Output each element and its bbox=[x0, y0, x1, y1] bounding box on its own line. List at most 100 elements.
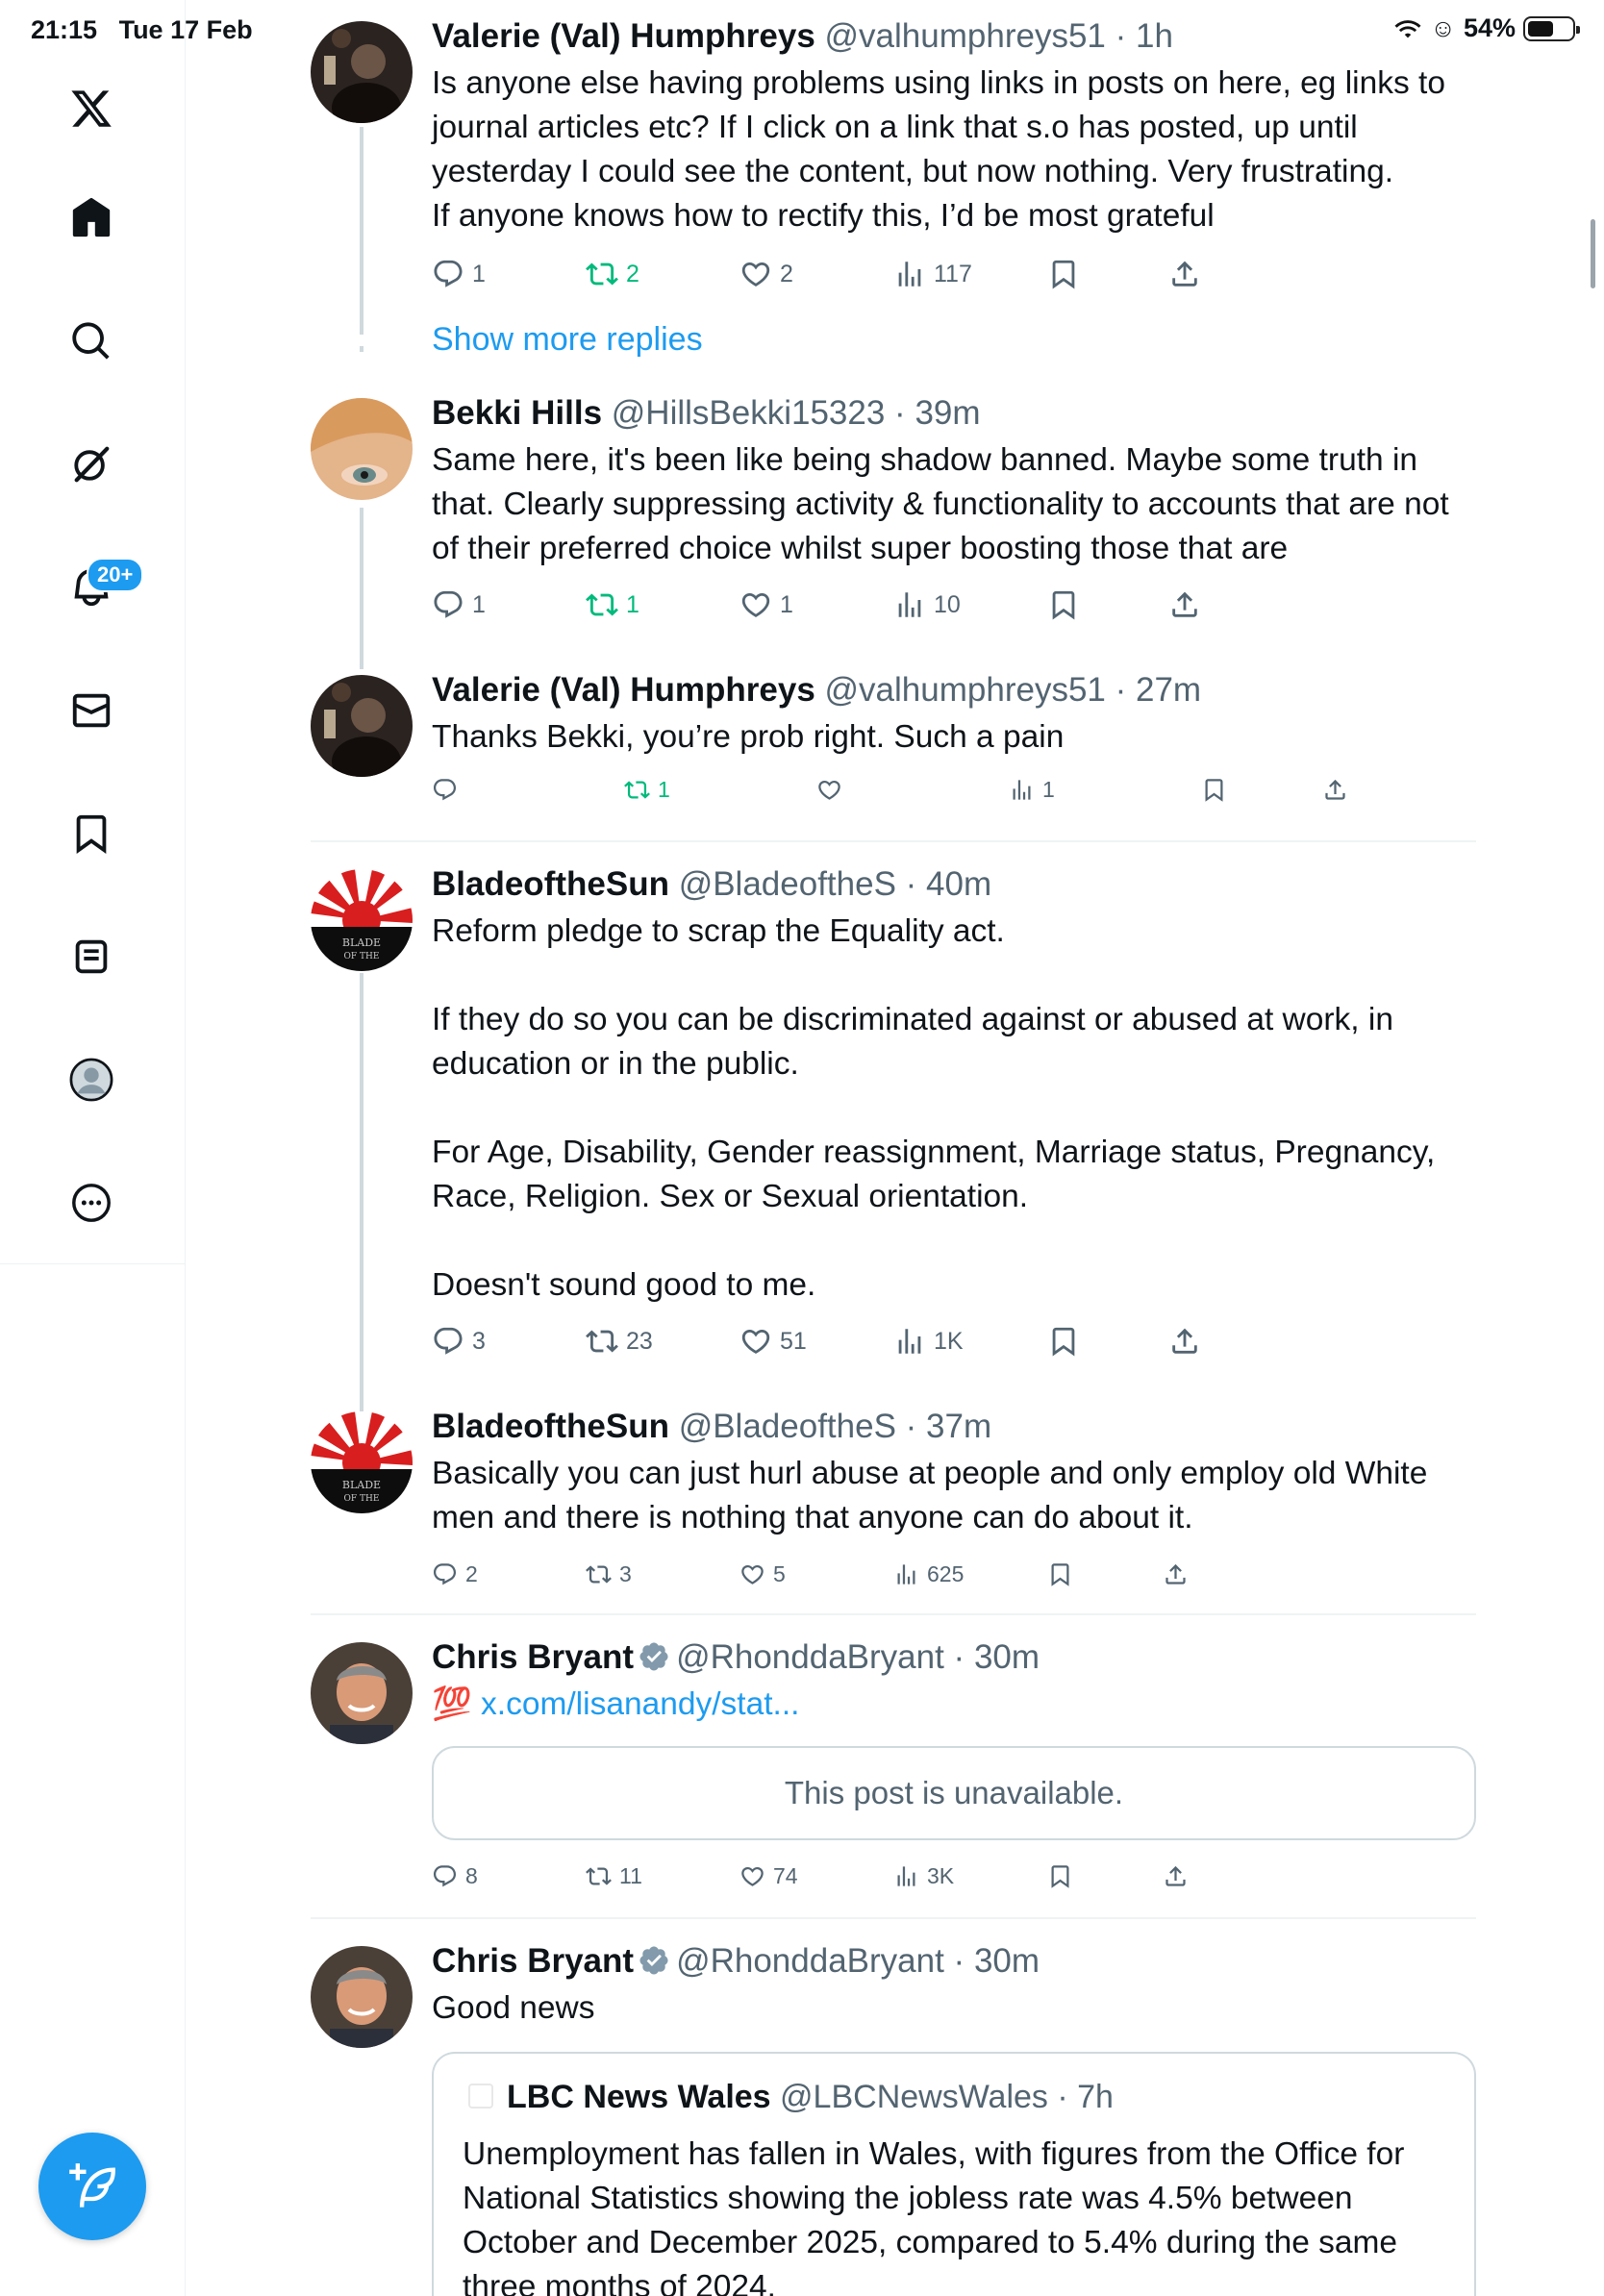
thread-line-dots bbox=[360, 346, 363, 352]
avatar[interactable]: BLADE OF THE bbox=[311, 869, 413, 971]
like-button[interactable] bbox=[816, 777, 850, 803]
bookmark-button[interactable] bbox=[1047, 258, 1080, 290]
repost-icon bbox=[586, 258, 618, 290]
reply-button[interactable]: 8 bbox=[432, 1863, 478, 1889]
like-button[interactable]: 74 bbox=[739, 1863, 798, 1889]
bookmark-button[interactable] bbox=[1047, 1325, 1080, 1358]
reply-button[interactable] bbox=[432, 777, 465, 803]
profile-avatar-icon[interactable] bbox=[63, 1052, 119, 1108]
share-button[interactable] bbox=[1163, 1863, 1189, 1889]
repost-icon bbox=[624, 777, 650, 803]
author-handle[interactable]: @RhonddaBryant bbox=[676, 1638, 944, 1676]
post-time[interactable]: 30m bbox=[974, 1638, 1040, 1676]
views-icon bbox=[893, 1561, 919, 1587]
more-icon[interactable] bbox=[63, 1175, 119, 1231]
post[interactable]: Valerie (Val) Humphreys @valhumphreys51 … bbox=[311, 671, 1604, 819]
lists-icon[interactable] bbox=[63, 929, 119, 985]
quoted-author-handle[interactable]: @LBCNewsWales bbox=[780, 2079, 1048, 2115]
views-button[interactable]: 117 bbox=[893, 258, 972, 290]
bookmark-button[interactable] bbox=[1047, 1863, 1073, 1889]
post-time[interactable]: 39m bbox=[915, 394, 980, 432]
views-icon bbox=[893, 1325, 926, 1358]
post[interactable]: Bekki Hills @HillsBekki15323 · 39m ··· S… bbox=[311, 394, 1604, 629]
reply-button[interactable]: 1 bbox=[432, 588, 486, 621]
author-name[interactable]: Valerie (Val) Humphreys bbox=[432, 671, 815, 709]
quoted-author-name[interactable]: LBC News Wales bbox=[507, 2079, 771, 2115]
compose-feather-icon bbox=[69, 2163, 115, 2208]
bookmark-button[interactable] bbox=[1201, 777, 1227, 803]
author-handle[interactable]: @BladeoftheS bbox=[679, 1408, 896, 1445]
avatar[interactable] bbox=[311, 1946, 413, 2048]
author-name[interactable]: BladeoftheSun bbox=[432, 1408, 669, 1445]
share-button[interactable] bbox=[1163, 1561, 1189, 1587]
like-button[interactable]: 2 bbox=[739, 258, 793, 290]
compose-button[interactable] bbox=[38, 2133, 146, 2240]
like-button[interactable]: 1 bbox=[739, 588, 793, 621]
author-name[interactable]: BladeoftheSun bbox=[432, 865, 669, 903]
repost-button[interactable]: 2 bbox=[586, 258, 639, 290]
like-button[interactable]: 51 bbox=[739, 1325, 807, 1358]
post-time[interactable]: 37m bbox=[926, 1408, 991, 1445]
share-button[interactable] bbox=[1168, 1325, 1201, 1358]
post[interactable]: Chris Bryant @RhonddaBryant · 30m Good ne… bbox=[311, 1942, 1604, 2296]
search-icon[interactable] bbox=[63, 313, 119, 369]
views-button[interactable]: 1K bbox=[893, 1325, 964, 1358]
bookmark-icon bbox=[1047, 1561, 1073, 1587]
author-handle[interactable]: @valhumphreys51 bbox=[825, 17, 1106, 55]
author-name[interactable]: Valerie (Val) Humphreys bbox=[432, 17, 815, 55]
post[interactable]: Chris Bryant @RhonddaBryant · 30m 💯 x.com… bbox=[311, 1638, 1604, 1892]
post-time[interactable]: 1h bbox=[1136, 17, 1173, 55]
reply-button[interactable]: 1 bbox=[432, 258, 486, 290]
x-logo-icon[interactable] bbox=[63, 81, 119, 137]
bookmarks-icon[interactable] bbox=[63, 806, 119, 861]
author-handle[interactable]: @BladeoftheS bbox=[679, 865, 896, 903]
author-handle[interactable]: @RhonddaBryant bbox=[676, 1942, 944, 1980]
reply-button[interactable]: 3 bbox=[432, 1325, 486, 1358]
author-name[interactable]: Bekki Hills bbox=[432, 394, 602, 432]
reply-button[interactable]: 2 bbox=[432, 1561, 478, 1587]
author-name[interactable]: Chris Bryant bbox=[432, 1942, 634, 1980]
bookmark-button[interactable] bbox=[1047, 588, 1080, 621]
avatar[interactable] bbox=[311, 1642, 413, 1744]
author-name[interactable]: Chris Bryant bbox=[432, 1638, 634, 1676]
post-time[interactable]: 27m bbox=[1136, 671, 1201, 709]
views-button[interactable]: 3K bbox=[893, 1863, 954, 1889]
post-time[interactable]: 30m bbox=[974, 1942, 1040, 1980]
post-time[interactable]: 40m bbox=[926, 865, 991, 903]
repost-button[interactable]: 11 bbox=[586, 1863, 642, 1889]
avatar[interactable] bbox=[311, 675, 413, 777]
views-button[interactable]: 625 bbox=[893, 1561, 964, 1587]
repost-button[interactable]: 1 bbox=[586, 588, 639, 621]
repost-button[interactable]: 3 bbox=[586, 1561, 632, 1587]
views-button[interactable]: 1 bbox=[1009, 777, 1055, 803]
post[interactable]: BLADE OF THE BladeoftheSun @BladeoftheS ·… bbox=[311, 865, 1604, 1369]
reply-icon bbox=[432, 1561, 458, 1587]
post-link[interactable]: x.com/lisanandy/stat... bbox=[481, 1686, 799, 1722]
grok-icon[interactable] bbox=[63, 437, 119, 492]
avatar[interactable] bbox=[311, 21, 413, 123]
share-button[interactable] bbox=[1322, 777, 1348, 803]
like-icon bbox=[739, 258, 772, 290]
repost-icon bbox=[586, 1863, 612, 1889]
quoted-post[interactable]: LBC News Wales @LBCNewsWales · 7h Unempl… bbox=[432, 2052, 1476, 2296]
unavailable-post-card: This post is unavailable. bbox=[432, 1746, 1476, 1840]
like-button[interactable]: 5 bbox=[739, 1561, 786, 1587]
bookmark-button[interactable] bbox=[1047, 1561, 1073, 1587]
show-more-replies-link[interactable]: Show more replies bbox=[432, 321, 703, 359]
post[interactable]: Valerie (Val) Humphreys @valhumphreys51 … bbox=[311, 17, 1604, 300]
repost-button[interactable]: 1 bbox=[624, 777, 670, 803]
author-handle[interactable]: @valhumphreys51 bbox=[825, 671, 1106, 709]
avatar[interactable] bbox=[311, 398, 413, 500]
post-actions: 2 3 5 625 bbox=[432, 1561, 1201, 1600]
share-button[interactable] bbox=[1168, 588, 1201, 621]
post[interactable]: BLADE OF THE BladeoftheSun @BladeoftheS ·… bbox=[311, 1408, 1604, 1604]
views-button[interactable]: 10 bbox=[893, 588, 961, 621]
share-button[interactable] bbox=[1168, 258, 1201, 290]
post-text: Good news bbox=[432, 1990, 595, 2026]
like-icon bbox=[739, 588, 772, 621]
avatar[interactable]: BLADE OF THE bbox=[311, 1411, 413, 1513]
messages-icon[interactable] bbox=[63, 683, 119, 738]
home-icon[interactable] bbox=[63, 190, 119, 246]
repost-button[interactable]: 23 bbox=[586, 1325, 653, 1358]
author-handle[interactable]: @HillsBekki15323 bbox=[612, 394, 886, 432]
